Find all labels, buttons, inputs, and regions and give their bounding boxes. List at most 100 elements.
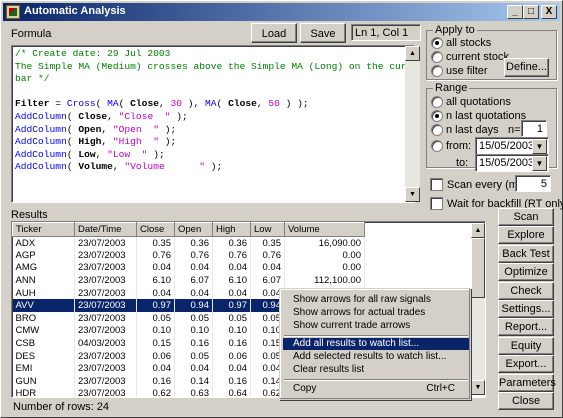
table-cell: 0.35 (250, 236, 285, 250)
table-cell: 0.04 (174, 362, 213, 376)
title-bar[interactable]: Automatic Analysis _ □ X (3, 3, 560, 21)
define-button[interactable]: Define... (504, 58, 549, 77)
code-token: /* Create date: 29 Jul 2003 (15, 48, 171, 59)
table-cell: 23/07/2003 (74, 236, 137, 250)
scroll-down-icon[interactable]: ▼ (405, 187, 420, 202)
table-cell: 0.04 (212, 261, 251, 275)
scroll-thumb[interactable] (471, 238, 485, 298)
column-header[interactable]: Low (250, 222, 285, 237)
scroll-up-icon[interactable]: ▲ (471, 223, 485, 238)
save-button[interactable]: Save (300, 23, 346, 43)
scroll-down-icon[interactable]: ▼ (471, 380, 485, 395)
table-row[interactable]: ANN 23/07/2003 6.10 6.07 6.10 6.07 112,100.00 (12, 274, 365, 287)
to-date-combo[interactable]: 15/05/2003 ▼ (475, 154, 549, 172)
maximize-button[interactable]: □ (523, 5, 539, 19)
context-menu-item[interactable]: Show arrows for all raw signals (283, 294, 469, 306)
parameters-button[interactable]: Parameters (498, 373, 556, 392)
chevron-down-icon[interactable]: ▼ (532, 139, 547, 154)
code-token: ( (118, 98, 131, 110)
table-cell: ANN (12, 274, 75, 287)
settings-button[interactable]: Settings... (498, 300, 554, 318)
load-button[interactable]: Load (251, 23, 297, 43)
table-cell: 0.16 (136, 375, 175, 388)
chevron-down-icon[interactable]: ▼ (532, 156, 547, 171)
table-cell: 0.04 (174, 286, 213, 300)
code-token: 30 (170, 98, 182, 110)
radio-all-quotations[interactable] (431, 96, 443, 108)
close-button[interactable]: Close (498, 392, 554, 410)
scroll-up-icon[interactable]: ▲ (405, 46, 420, 61)
column-header[interactable]: Close (136, 222, 175, 237)
context-menu-item[interactable]: Add selected results to watch list... (283, 351, 469, 363)
n-input[interactable]: 1 (521, 120, 547, 137)
table-cell: 0.05 (174, 312, 213, 325)
context-menu-label: Show current trade arrows (293, 320, 411, 331)
code-line: AddColumn( Volume, "Volume " ); (15, 161, 411, 174)
table-cell: 23/07/2003 (74, 387, 137, 397)
code-token: ); (147, 148, 165, 160)
code-token: bar */ (15, 73, 50, 85)
column-header[interactable]: High (212, 222, 251, 237)
code-token: AddColumn (15, 148, 67, 160)
export-button[interactable]: Export... (498, 355, 554, 374)
table-cell: 16,090.00 (284, 236, 365, 250)
radio-n-last-days[interactable] (431, 124, 443, 136)
report-button[interactable]: Report... (498, 318, 554, 337)
explore-button[interactable]: Explore (498, 226, 554, 245)
table-cell: 0.15 (136, 337, 175, 350)
table-cell: 0.64 (212, 387, 251, 397)
radio-current-stock[interactable] (431, 51, 443, 63)
minimize-button[interactable]: _ (507, 5, 523, 19)
radio-from[interactable] (431, 140, 443, 152)
table-row[interactable]: AGP 23/07/2003 0.76 0.76 0.76 0.76 0.00 (12, 249, 365, 262)
optimize-button[interactable]: Optimize (498, 263, 554, 282)
from-date-combo[interactable]: 15/05/2003 ▼ (475, 137, 549, 155)
column-header[interactable]: Volume (284, 222, 365, 237)
all-quotations-label: all quotations (446, 96, 511, 108)
formula-editor[interactable]: /* Create date: 29 Jul 2003 The Simple MA… (11, 45, 415, 203)
table-row[interactable]: AMG 23/07/2003 0.04 0.04 0.04 0.04 0.00 (12, 261, 365, 275)
formula-label: Formula (11, 28, 52, 40)
table-cell: 0.35 (136, 236, 175, 250)
scan-button[interactable]: Scan (498, 208, 554, 226)
context-menu: Show arrows for all raw signals Show arro… (279, 288, 471, 400)
code-token: , (107, 110, 119, 122)
code-token: Close (228, 98, 257, 110)
equity-button[interactable]: Equity (498, 336, 554, 355)
column-header[interactable]: Open (174, 222, 213, 237)
radio-use-filter[interactable] (431, 65, 443, 77)
context-menu-item[interactable]: Add all results to watch list... (283, 338, 469, 350)
from-label: from: (446, 140, 472, 152)
table-cell: 0.04 (250, 261, 285, 275)
context-menu-item[interactable]: Copy Ctrl+C (283, 383, 469, 395)
table-cell: 0.04 (174, 261, 213, 275)
editor-scrollbar[interactable]: ▲ ▼ (405, 46, 420, 202)
back-test-button[interactable]: Back Test (498, 244, 554, 263)
table-cell: 0.10 (212, 324, 251, 338)
table-cell: 0.06 (212, 349, 251, 363)
context-menu-item[interactable]: Show arrows for actual trades (283, 307, 469, 319)
close-window-button[interactable]: X (541, 5, 557, 19)
table-cell: 0.04 (136, 286, 175, 300)
table-row[interactable]: ADX 23/07/2003 0.35 0.36 0.36 0.35 16,090.00 (12, 236, 365, 250)
context-menu-item[interactable]: Show current trade arrows (283, 320, 469, 332)
code-token: The Simple MA (Medium) crosses above the… (15, 60, 415, 72)
check-button[interactable]: Check (498, 281, 554, 300)
radio-all-stocks[interactable] (431, 37, 443, 49)
scan-every-checkbox[interactable] (430, 178, 443, 191)
table-cell: 6.07 (174, 274, 213, 287)
results-scrollbar[interactable]: ▲ ▼ (471, 223, 485, 395)
radio-n-last-quotations[interactable] (431, 110, 443, 122)
code-token: "Volume " (124, 161, 206, 173)
code-token: ( (66, 123, 79, 135)
code-token: = (49, 98, 67, 110)
wait-backfill-checkbox[interactable] (430, 197, 443, 210)
scan-every-input[interactable]: 5 (515, 175, 551, 192)
context-menu-item[interactable]: Clear results list (283, 364, 469, 376)
column-header[interactable]: Date/Time (74, 222, 137, 237)
window-title: Automatic Analysis (24, 5, 126, 17)
app-icon (6, 5, 20, 19)
table-cell: 0.04 (212, 362, 251, 376)
column-header[interactable]: Ticker (12, 222, 75, 237)
table-cell: 0.04 (136, 362, 175, 376)
